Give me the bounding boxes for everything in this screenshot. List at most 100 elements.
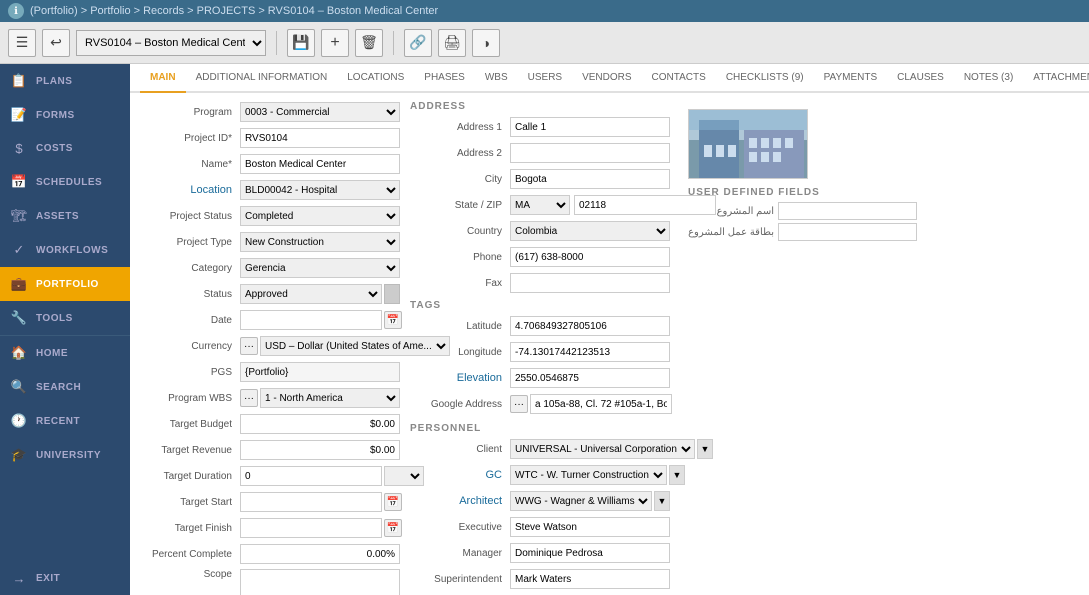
country-select[interactable]: Colombia — [510, 221, 670, 241]
user-field-2-input[interactable] — [778, 223, 917, 241]
tab-notes[interactable]: NOTES (3) — [954, 64, 1023, 93]
tab-checklists[interactable]: CHECKLISTS (9) — [716, 64, 814, 93]
record-selector[interactable]: RVS0104 – Boston Medical Center — [76, 30, 266, 56]
sidebar-item-label: HOME — [36, 348, 68, 359]
location-link[interactable]: Location — [190, 184, 232, 196]
sidebar-item-label: SCHEDULES — [36, 177, 102, 188]
sidebar-item-plans[interactable]: 📋 PLANS — [0, 64, 130, 98]
sidebar-item-tools[interactable]: 🔧 TOOLS — [0, 301, 130, 335]
program-wbs-wrap: ··· 1 - North America — [240, 388, 400, 408]
fax-input[interactable] — [510, 273, 670, 293]
tab-attachments[interactable]: ATTACHMENTS (4) — [1023, 64, 1089, 93]
sidebar-item-costs[interactable]: $ COSTS — [0, 132, 130, 165]
target-start-calendar-icon[interactable]: 📅 — [384, 493, 402, 511]
scope-textarea[interactable] — [240, 569, 400, 595]
project-id-input[interactable] — [240, 128, 400, 148]
tab-vendors[interactable]: VENDORS — [572, 64, 641, 93]
print-button[interactable]: 🖨 — [438, 29, 466, 57]
phone-input[interactable] — [510, 247, 670, 267]
category-select[interactable]: Gerencia — [240, 258, 400, 278]
percent-complete-input[interactable] — [240, 544, 400, 564]
date-picker-icon[interactable]: 📅 — [384, 311, 402, 329]
country-row: Country Colombia — [410, 220, 670, 242]
city-row: City — [410, 168, 670, 190]
sidebar-item-workflows[interactable]: ✓ WORKFLOWS — [0, 233, 130, 267]
architect-select[interactable]: WWG - Wagner & Williams — [510, 491, 652, 511]
architect-select-wrap: WWG - Wagner & Williams ▼ — [510, 491, 670, 511]
date-input[interactable] — [240, 310, 382, 330]
executive-input[interactable] — [510, 517, 670, 537]
tab-contacts[interactable]: CONTACTS — [642, 64, 716, 93]
currency-more-icon[interactable]: ··· — [240, 337, 258, 355]
tab-additional-information[interactable]: ADDITIONAL INFORMATION — [186, 64, 338, 93]
save-button[interactable]: 💾 — [287, 29, 315, 57]
portfolio-icon: 💼 — [10, 276, 28, 292]
program-wbs-label: Program WBS — [140, 393, 240, 404]
latitude-input[interactable] — [510, 316, 670, 336]
tab-locations[interactable]: LOCATIONS — [337, 64, 414, 93]
sidebar-item-recent[interactable]: 🕐 RECENT — [0, 404, 130, 438]
program-select[interactable]: 0003 - Commercial — [240, 102, 400, 122]
google-address-more-icon[interactable]: ··· — [510, 395, 528, 413]
state-select[interactable]: MA — [510, 195, 570, 215]
tab-main[interactable]: MAIN — [140, 64, 186, 93]
project-status-select[interactable]: Completed — [240, 206, 400, 226]
sidebar-item-label: ASSETS — [36, 211, 79, 222]
superintendent-input[interactable] — [510, 569, 670, 589]
latitude-label: Latitude — [410, 321, 510, 332]
address2-input[interactable] — [510, 143, 670, 163]
sidebar-item-university[interactable]: 🎓 UNIVERSITY — [0, 438, 130, 472]
delete-button[interactable]: 🗑 — [355, 29, 383, 57]
program-row: Program 0003 - Commercial — [140, 101, 400, 123]
sidebar-item-home[interactable]: 🏠 HOME — [0, 335, 130, 370]
gc-link[interactable]: GC — [486, 469, 503, 481]
link-button[interactable]: 🔗 — [404, 29, 432, 57]
tab-phases[interactable]: PHASES — [414, 64, 475, 93]
target-start-input[interactable] — [240, 492, 382, 512]
sidebar-item-portfolio[interactable]: 💼 PORTFOLIO — [0, 267, 130, 301]
elevation-link[interactable]: Elevation — [457, 372, 502, 384]
tab-clauses[interactable]: CLAUSES — [887, 64, 954, 93]
user-field-1-input[interactable] — [778, 202, 917, 220]
tab-payments[interactable]: PAYMENTS — [814, 64, 888, 93]
target-duration-input[interactable] — [240, 466, 382, 486]
list-button[interactable]: ☰ — [8, 29, 36, 57]
manager-input[interactable] — [510, 543, 670, 563]
sidebar-item-schedules[interactable]: 📅 SCHEDULES — [0, 165, 130, 199]
architect-link[interactable]: Architect — [459, 495, 502, 507]
info-icon[interactable]: ℹ — [8, 3, 24, 19]
sidebar-item-exit[interactable]: → EXIT — [0, 562, 130, 595]
sidebar-item-search[interactable]: 🔍 SEARCH — [0, 370, 130, 404]
project-status-row: Project Status Completed — [140, 205, 400, 227]
personnel-section-title: PERSONNEL — [410, 423, 670, 434]
sidebar-item-forms[interactable]: 📝 FORMS — [0, 98, 130, 132]
tab-users[interactable]: USERS — [518, 64, 572, 93]
target-budget-input[interactable] — [240, 414, 400, 434]
target-finish-calendar-icon[interactable]: 📅 — [384, 519, 402, 537]
client-select[interactable]: UNIVERSAL - Universal Corporation — [510, 439, 695, 459]
program-wbs-more-icon[interactable]: ··· — [240, 389, 258, 407]
pgs-input[interactable] — [240, 362, 400, 382]
city-input[interactable] — [510, 169, 670, 189]
sidebar-item-assets[interactable]: 🏗 ASSETS — [0, 199, 130, 233]
location-select[interactable]: BLD00042 - Hospital — [240, 180, 400, 200]
name-input[interactable] — [240, 154, 400, 174]
tab-wbs[interactable]: WBS — [475, 64, 518, 93]
project-type-select[interactable]: New Construction — [240, 232, 400, 252]
add-button[interactable]: + — [321, 29, 349, 57]
address1-input[interactable] — [510, 117, 670, 137]
status-select[interactable]: Approved — [240, 284, 382, 304]
undo-button[interactable]: ↩ — [42, 29, 70, 57]
target-revenue-input[interactable] — [240, 440, 400, 460]
target-finish-input[interactable] — [240, 518, 382, 538]
address-column: ADDRESS Address 1 Address 2 City State /… — [410, 101, 670, 595]
program-wbs-select[interactable]: 1 - North America — [260, 388, 400, 408]
toggle-button[interactable]: ◑ — [472, 29, 500, 57]
google-address-input[interactable] — [530, 394, 672, 414]
longitude-input[interactable] — [510, 342, 670, 362]
elevation-input[interactable] — [510, 368, 670, 388]
gc-select[interactable]: WTC - W. Turner Construction — [510, 465, 667, 485]
longitude-row: Longitude — [410, 341, 670, 363]
project-id-row: Project ID* — [140, 127, 400, 149]
state-zip-label: State / ZIP — [410, 200, 510, 211]
